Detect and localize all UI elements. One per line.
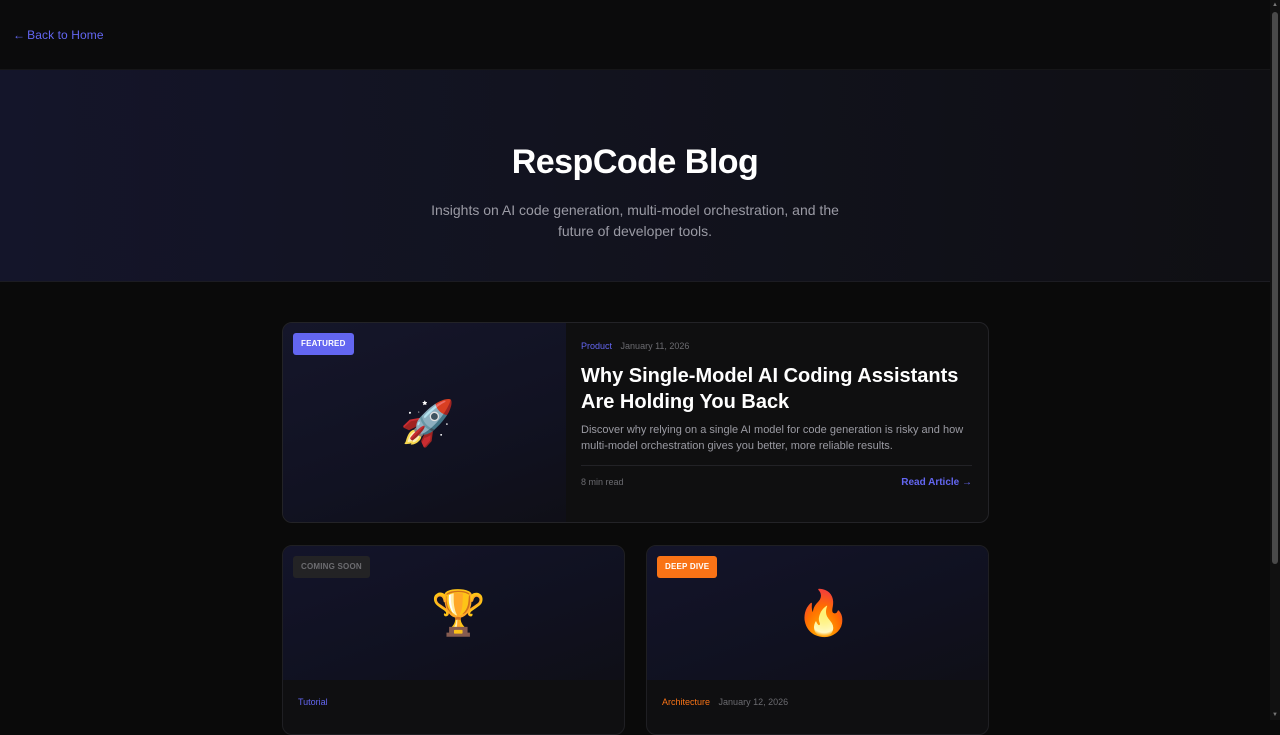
category-tag[interactable]: Product: [581, 341, 612, 351]
featured-article-card[interactable]: FEATURED 🚀 Product January 11, 2026 Why …: [282, 322, 989, 523]
category-tag[interactable]: Tutorial: [298, 697, 328, 707]
page-subtitle: Insights on AI code generation, multi-mo…: [431, 202, 839, 239]
fire-icon: 🔥: [796, 589, 851, 638]
deep-dive-badge: DEEP DIVE: [657, 556, 718, 578]
back-to-home-link[interactable]: ← Back to Home: [13, 28, 104, 42]
featured-article-excerpt: Discover why relying on a single AI mode…: [581, 424, 964, 452]
featured-badge: FEATURED: [293, 333, 354, 355]
read-article-link[interactable]: Read Article →: [901, 477, 972, 488]
article-card-media: COMING SOON 🏆: [283, 546, 624, 680]
read-time: 8 min read: [581, 477, 624, 487]
featured-article-media: FEATURED 🚀: [283, 323, 566, 522]
page-scrollbar[interactable]: ▲ ▼: [1270, 0, 1280, 720]
coming-soon-badge: COMING SOON: [293, 556, 370, 578]
category-tag[interactable]: Architecture: [662, 697, 710, 707]
scroll-down-icon[interactable]: ▼: [1272, 712, 1278, 718]
publish-date: January 11, 2026: [620, 341, 690, 351]
scroll-up-icon[interactable]: ▲: [1272, 2, 1278, 8]
rocket-icon: 🚀: [400, 399, 455, 448]
article-card-media: DEEP DIVE 🔥: [647, 546, 988, 680]
page-title: RespCode Blog: [511, 143, 759, 181]
back-to-home-label: Back to Home: [27, 28, 104, 42]
divider: [581, 465, 972, 466]
featured-article-title[interactable]: Why Single-Model AI Coding Assistants Ar…: [581, 363, 961, 415]
trophy-icon: 🏆: [431, 589, 486, 638]
article-card-architecture[interactable]: DEEP DIVE 🔥 Architecture January 12, 202…: [646, 545, 989, 735]
arrow-left-icon: ←: [13, 28, 26, 42]
top-nav: ← Back to Home: [0, 0, 1270, 70]
featured-article-meta: Product January 11, 2026: [581, 341, 689, 351]
article-card-tutorial[interactable]: COMING SOON 🏆 Tutorial: [282, 545, 625, 735]
scrollbar-thumb[interactable]: [1272, 12, 1278, 564]
featured-article-body: Product January 11, 2026 Why Single-Mode…: [581, 323, 972, 522]
article-card-meta: Architecture January 12, 2026: [662, 697, 788, 707]
hero-section: RespCode Blog Insights on AI code genera…: [0, 70, 1270, 282]
publish-date: January 12, 2026: [718, 697, 789, 707]
article-card-meta: Tutorial: [298, 697, 334, 707]
